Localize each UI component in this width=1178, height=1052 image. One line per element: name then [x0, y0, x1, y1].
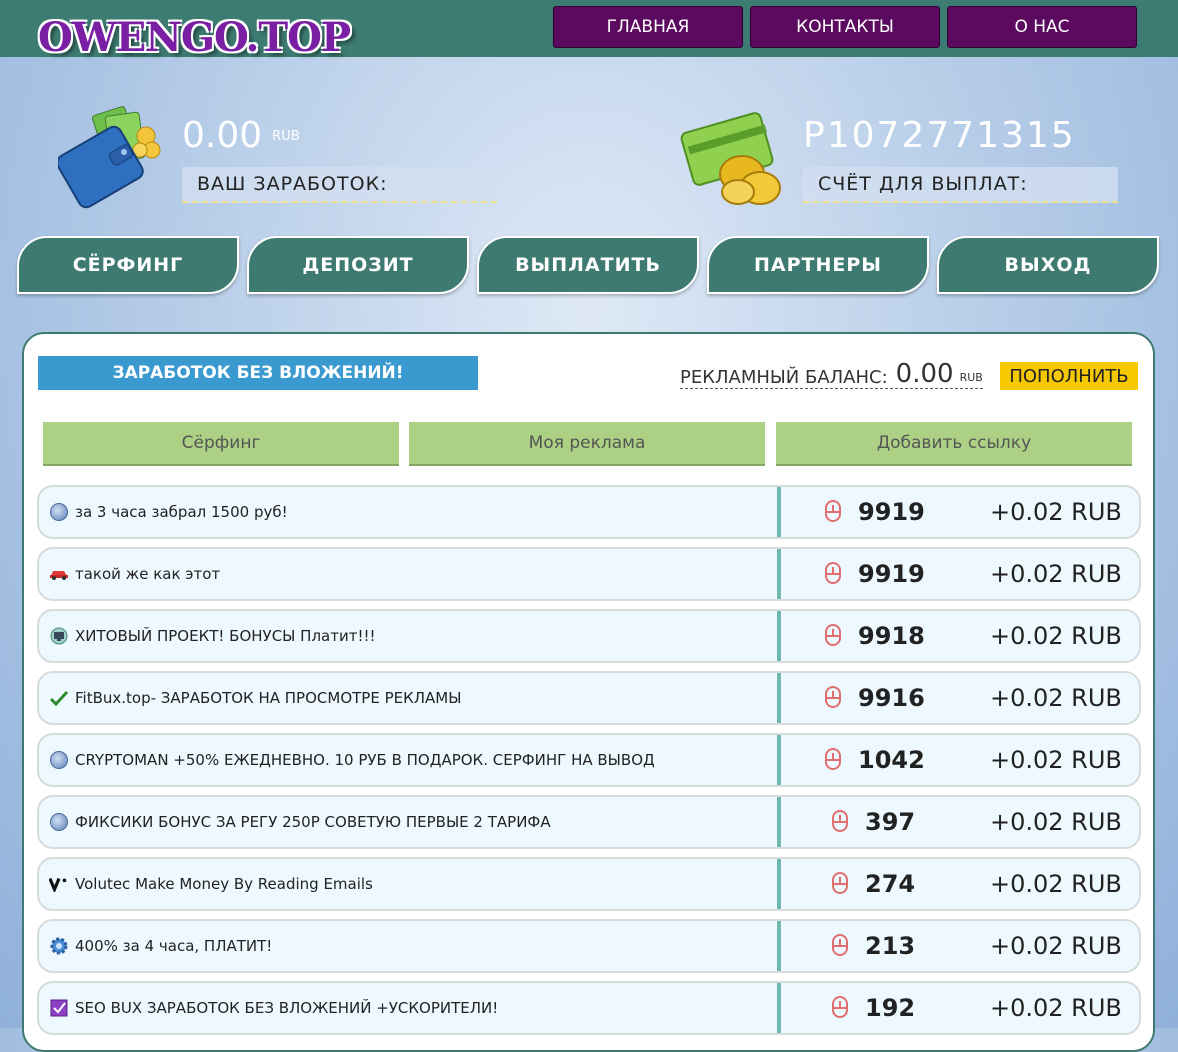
- surf-row-link[interactable]: CRYPTOMAN +50% ЕЖЕДНЕВНО. 10 РУБ В ПОДАР…: [39, 735, 781, 785]
- surf-row-price: +0.02 RUB: [990, 870, 1122, 898]
- surf-row-title[interactable]: Volutec Make Money By Reading Emails: [75, 875, 373, 893]
- surf-row-title[interactable]: такой же как этот: [75, 565, 220, 583]
- surf-row[interactable]: ХИТОВЫЙ ПРОЕКТ! БОНУСЫ Платит!!! 9918 +0.0…: [37, 609, 1141, 663]
- globe-icon: [49, 812, 69, 832]
- surf-row-views: 213: [865, 932, 916, 960]
- surf-row[interactable]: CRYPTOMAN +50% ЕЖЕДНЕВНО. 10 РУБ В ПОДАР…: [37, 733, 1141, 787]
- surf-row-price: +0.02 RUB: [990, 746, 1122, 774]
- surf-row-views: 9919: [858, 560, 925, 588]
- surf-row-price: +0.02 RUB: [990, 994, 1122, 1022]
- check-icon: [49, 688, 69, 708]
- surf-row-link[interactable]: ФИКСИКИ БОНУС ЗА РЕГУ 250Р СОВЕТУЮ ПЕРВЫ…: [39, 797, 781, 847]
- surf-row-title[interactable]: FitBux.top- ЗАРАБОТОК НА ПРОСМОТРЕ РЕКЛА…: [75, 689, 461, 707]
- mouse-icon: [832, 934, 848, 956]
- mouse-icon: [825, 500, 841, 522]
- earnings-label: ВАШ ЗАРАБОТОК:: [182, 167, 497, 203]
- mouse-icon: [832, 872, 848, 894]
- globe-icon: [49, 750, 69, 770]
- surf-row[interactable]: 400% за 4 часа, ПЛАТИТ! 213 +0.02 RUB: [37, 919, 1141, 973]
- surf-row-title[interactable]: CRYPTOMAN +50% ЕЖЕДНЕВНО. 10 РУБ В ПОДАР…: [75, 751, 655, 769]
- mouse-icon: [832, 810, 848, 832]
- surf-row-price: +0.02 RUB: [990, 932, 1122, 960]
- ad-balance-value: 0.00: [895, 359, 954, 389]
- surf-row-views: 397: [865, 808, 916, 836]
- surf-row-link[interactable]: такой же как этот: [39, 549, 781, 599]
- menu-partners-button[interactable]: ПАРТНЕРЫ: [707, 236, 929, 294]
- surf-row[interactable]: ФИКСИКИ БОНУС ЗА РЕГУ 250Р СОВЕТУЮ ПЕРВЫ…: [37, 795, 1141, 849]
- surf-row-title[interactable]: ХИТОВЫЙ ПРОЕКТ! БОНУСЫ Платит!!!: [75, 627, 376, 645]
- gear-icon: [49, 936, 69, 956]
- surf-row-views: 9918: [858, 622, 925, 650]
- tab-surfing[interactable]: Сёрфинг: [43, 422, 399, 466]
- surf-row[interactable]: FitBux.top- ЗАРАБОТОК НА ПРОСМОТРЕ РЕКЛА…: [37, 671, 1141, 725]
- surf-row-price: +0.02 RUB: [990, 622, 1122, 650]
- surf-row-views: 9916: [858, 684, 925, 712]
- car-icon: [49, 564, 69, 584]
- surf-row-title[interactable]: за 3 часа забрал 1500 руб!: [75, 503, 288, 521]
- nav-about[interactable]: О НАС: [947, 6, 1137, 48]
- surf-row-link[interactable]: FitBux.top- ЗАРАБОТОК НА ПРОСМОТРЕ РЕКЛА…: [39, 673, 781, 723]
- surf-row-link[interactable]: за 3 часа забрал 1500 руб!: [39, 487, 781, 537]
- site-logo[interactable]: OWENGO.TOP: [38, 14, 351, 62]
- nav-contacts[interactable]: КОНТАКТЫ: [750, 6, 940, 48]
- ad-balance-unit: RUB: [959, 371, 983, 384]
- ad-balance: РЕКЛАМНЫЙ БАЛАНС: 0.00 RUB: [680, 360, 983, 389]
- menu-deposit-button[interactable]: ДЕПОЗИТ: [247, 236, 469, 294]
- surf-row[interactable]: SEO BUX ЗАРАБОТОК БЕЗ ВЛОЖЕНИЙ +УСКОРИТЕ…: [37, 981, 1141, 1035]
- mouse-icon: [825, 562, 841, 584]
- surf-row-title[interactable]: SEO BUX ЗАРАБОТОК БЕЗ ВЛОЖЕНИЙ +УСКОРИТЕ…: [75, 999, 498, 1017]
- surf-row[interactable]: Volutec Make Money By Reading Emails 274 +…: [37, 857, 1141, 911]
- promo-banner[interactable]: ЗАРАБОТОК БЕЗ ВЛОЖЕНИЙ!: [38, 356, 478, 390]
- earnings-unit: RUB: [272, 129, 300, 144]
- payout-account: P1072771315: [803, 115, 1076, 156]
- ad-balance-label: РЕКЛАМНЫЙ БАЛАНС:: [680, 367, 888, 388]
- surf-row-price: +0.02 RUB: [990, 684, 1122, 712]
- surf-row-price: +0.02 RUB: [990, 498, 1122, 526]
- menu-logout-button[interactable]: ВЫХОД: [937, 236, 1159, 294]
- surf-row-views: 192: [865, 994, 916, 1022]
- menu-withdraw-button[interactable]: ВЫПЛАТИТЬ: [477, 236, 699, 294]
- surf-row-price: +0.02 RUB: [990, 808, 1122, 836]
- tab-add-link[interactable]: Добавить ссылку: [776, 422, 1132, 466]
- tab-my-ads[interactable]: Моя реклама: [409, 422, 765, 466]
- earnings-value: 0.00 RUB: [182, 116, 300, 157]
- v-logo-icon: [49, 874, 69, 894]
- surf-row-views: 274: [865, 870, 916, 898]
- mouse-icon: [825, 624, 841, 646]
- surf-row-title[interactable]: 400% за 4 часа, ПЛАТИТ!: [75, 937, 272, 955]
- surf-row-views: 1042: [858, 746, 925, 774]
- topup-button[interactable]: ПОПОЛНИТЬ: [1000, 362, 1138, 390]
- mouse-icon: [825, 686, 841, 708]
- surf-row-link[interactable]: SEO BUX ЗАРАБОТОК БЕЗ ВЛОЖЕНИЙ +УСКОРИТЕ…: [39, 983, 781, 1033]
- surf-row-price: +0.02 RUB: [990, 560, 1122, 588]
- surf-row-link[interactable]: 400% за 4 часа, ПЛАТИТ!: [39, 921, 781, 971]
- menu-surfing-button[interactable]: СЁРФИНГ: [17, 236, 239, 294]
- nav-home[interactable]: ГЛАВНАЯ: [553, 6, 743, 48]
- globe-icon: [49, 502, 69, 522]
- surf-row[interactable]: такой же как этот 9919 +0.02 RUB: [37, 547, 1141, 601]
- surf-row-title[interactable]: ФИКСИКИ БОНУС ЗА РЕГУ 250Р СОВЕТУЮ ПЕРВЫ…: [75, 813, 551, 831]
- surf-row-link[interactable]: Volutec Make Money By Reading Emails: [39, 859, 781, 909]
- mouse-icon: [825, 748, 841, 770]
- earnings-amount: 0.00: [182, 115, 263, 156]
- payout-label: СЧЁТ ДЛЯ ВЫПЛАТ:: [803, 167, 1118, 203]
- purple-check-icon: [49, 998, 69, 1018]
- wallet-icon: [58, 106, 161, 209]
- mouse-icon: [832, 996, 848, 1018]
- surf-row-views: 9919: [858, 498, 925, 526]
- monitor-icon: [49, 626, 69, 646]
- card-coins-icon: [680, 112, 781, 205]
- surf-row[interactable]: за 3 часа забрал 1500 руб! 9919 +0.02 RUB: [37, 485, 1141, 539]
- surf-row-link[interactable]: ХИТОВЫЙ ПРОЕКТ! БОНУСЫ Платит!!!: [39, 611, 781, 661]
